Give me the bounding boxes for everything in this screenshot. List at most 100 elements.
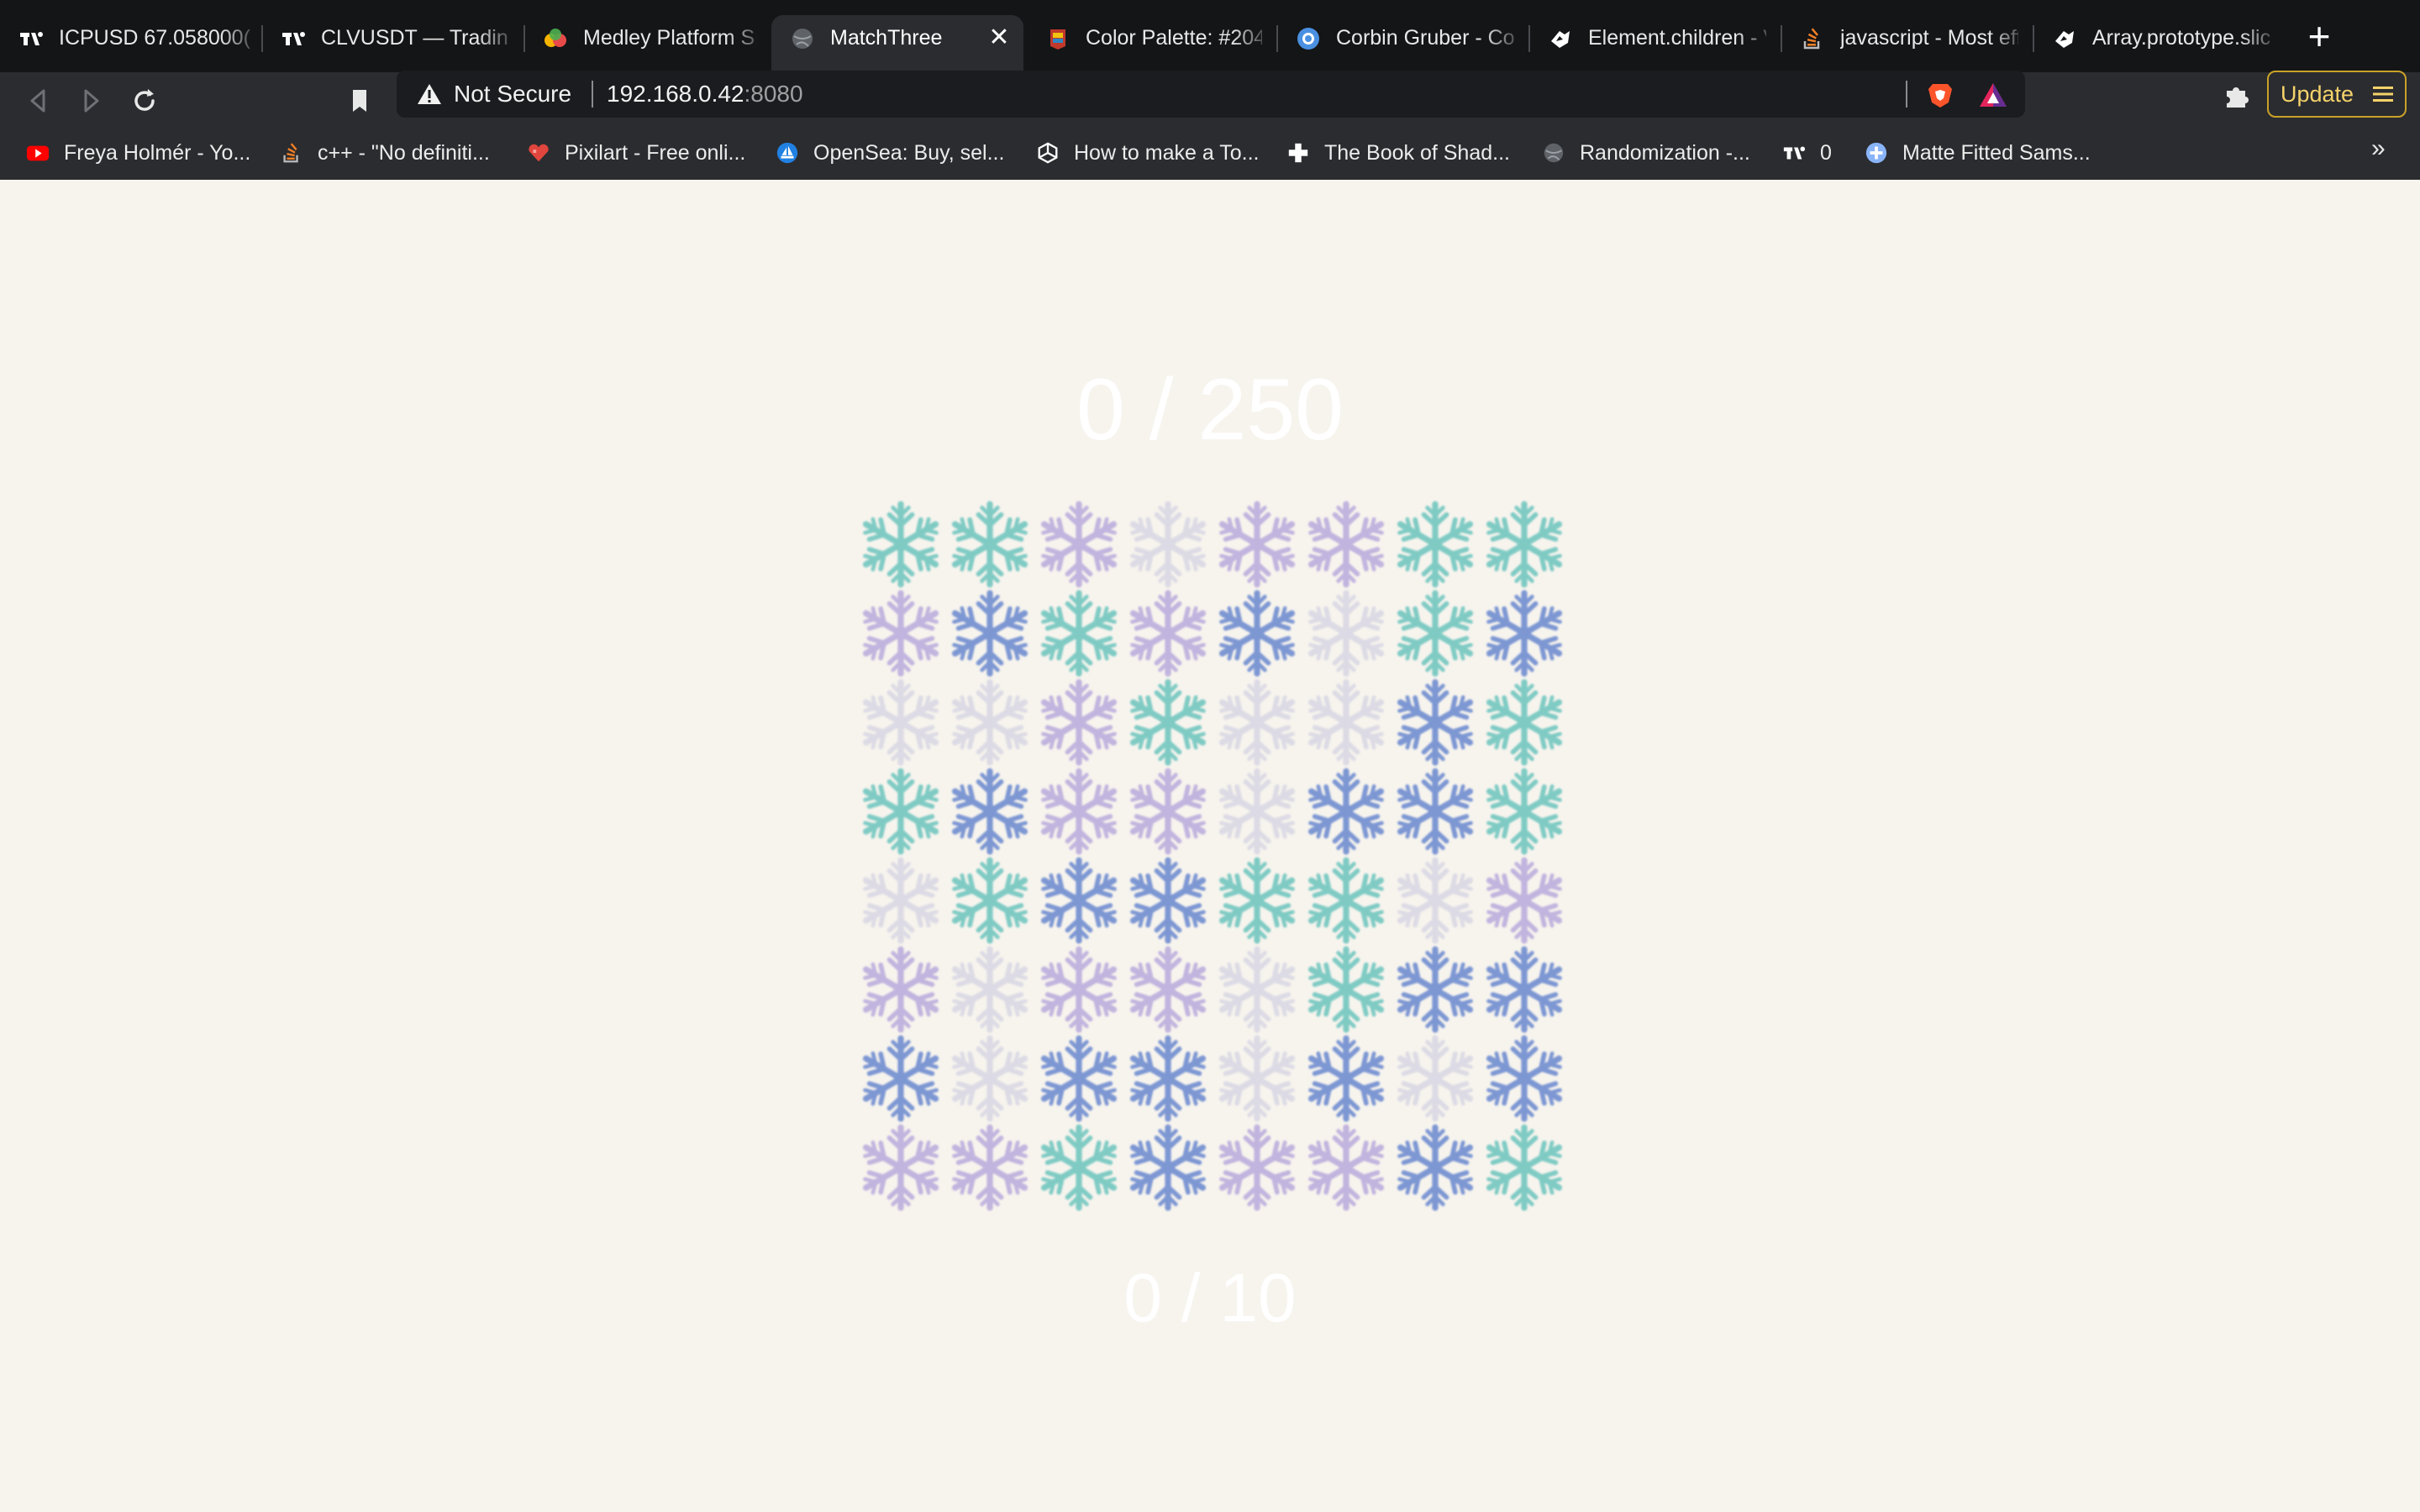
bookmark-item[interactable]: OpenSea: Buy, sel... [775,136,1004,170]
snowflake-tile-blue[interactable] [1213,590,1301,677]
bookmark-item[interactable]: Randomization -... [1541,136,1750,170]
snowflake-tile-teal[interactable] [1124,679,1212,766]
snowflake-icon [951,946,1028,1033]
snowflake-tile-teal[interactable] [857,768,944,855]
update-button[interactable]: Update [2267,71,2407,118]
snowflake-tile-white[interactable] [1302,590,1390,677]
snowflake-tile-teal[interactable] [1302,946,1390,1033]
snowflake-tile-lavender[interactable] [1124,946,1212,1033]
snowflake-tile-blue[interactable] [1392,768,1479,855]
bookmark-item[interactable]: Matte Fitted Sams... [1864,136,2091,170]
snowflake-tile-lavender[interactable] [946,1124,1034,1211]
reload-icon[interactable] [128,84,161,118]
snowflake-tile-blue[interactable] [1392,1124,1479,1211]
snowflake-tile-lavender[interactable] [857,946,944,1033]
snowflake-tile-teal[interactable] [1481,679,1568,766]
snowflake-tile-blue[interactable] [1124,1124,1212,1211]
snowflake-tile-lavender[interactable] [1213,1124,1301,1211]
security-status[interactable]: Not Secure [454,71,571,118]
tab-1[interactable]: ICPUSD 67.058000( [0,15,262,60]
snowflake-tile-lavender[interactable] [1302,1124,1390,1211]
snowflake-tile-white[interactable] [1213,1035,1301,1122]
tab-8[interactable]: javascript - Most eff [1781,15,2030,60]
tab-7[interactable]: Element.children - V [1529,15,1778,60]
snowflake-tile-teal[interactable] [1213,857,1301,944]
snowflake-tile-blue[interactable] [1481,590,1568,677]
back-icon[interactable] [22,84,55,118]
snowflake-tile-teal[interactable] [1392,501,1479,588]
snowflake-tile-white[interactable] [1392,1035,1479,1122]
snowflake-tile-blue[interactable] [1035,857,1123,944]
url-text[interactable]: 192.168.0.42:8080 [607,71,803,118]
snowflake-tile-teal[interactable] [1035,590,1123,677]
snowflake-tile-blue[interactable] [1124,857,1212,944]
bookmark-item[interactable]: 0 [1781,136,1832,170]
snowflake-tile-lavender[interactable] [1035,501,1123,588]
bookmark-icon[interactable] [343,84,376,118]
extensions-icon[interactable] [2220,81,2252,113]
snowflake-tile-white[interactable] [1124,501,1212,588]
snowflake-tile-blue[interactable] [1392,946,1479,1033]
snowflake-tile-blue[interactable] [1302,768,1390,855]
snowflake-tile-white[interactable] [1302,679,1390,766]
snowflake-tile-blue[interactable] [946,768,1034,855]
snowflake-tile-teal[interactable] [946,857,1034,944]
snowflake-tile-lavender[interactable] [1035,679,1123,766]
snowflake-tile-white[interactable] [946,946,1034,1033]
tab-5[interactable]: Color Palette: #2040 [1027,15,1274,60]
snowflake-tile-blue[interactable] [857,1035,944,1122]
snowflake-icon [1486,768,1563,855]
snowflake-tile-teal[interactable] [946,501,1034,588]
snowflake-tile-blue[interactable] [1481,1035,1568,1122]
tab-6[interactable]: Corbin Gruber - Coo [1277,15,1526,60]
bookmark-item[interactable]: c++ - "No definiti... [279,136,490,170]
snowflake-tile-teal[interactable] [1481,768,1568,855]
snowflake-tile-teal[interactable] [1392,590,1479,677]
snowflake-tile-blue[interactable] [1124,1035,1212,1122]
snowflake-tile-lavender[interactable] [1124,590,1212,677]
snowflake-tile-blue[interactable] [1302,1035,1390,1122]
bookmark-item[interactable]: The Book of Shad... [1286,136,1510,170]
snowflake-tile-blue[interactable] [946,590,1034,677]
tab-3[interactable]: Medley Platform Spr [524,15,768,60]
snowflake-tile-teal[interactable] [857,501,944,588]
tab-2[interactable]: CLVUSDT — Trading [262,15,519,60]
bookmarks-overflow-button[interactable]: » [2371,134,2386,163]
snowflake-tile-white[interactable] [1213,946,1301,1033]
snowflake-tile-white[interactable] [1213,768,1301,855]
snowflake-tile-white[interactable] [946,1035,1034,1122]
tab-4[interactable]: MatchThree ✕ [771,15,1023,72]
bookmark-item[interactable]: How to make a To... [1035,136,1259,170]
snowflake-tile-teal[interactable] [1481,1124,1568,1211]
forward-icon[interactable] [74,84,108,118]
snowflake-tile-lavender[interactable] [1302,501,1390,588]
bookmark-item[interactable]: Pixilart - Free onli... [526,136,745,170]
snowflake-tile-white[interactable] [857,679,944,766]
snowflake-tile-lavender[interactable] [857,590,944,677]
snowflake-tile-teal[interactable] [1302,857,1390,944]
snowflake-tile-teal[interactable] [1035,1124,1123,1211]
snowflake-tile-white[interactable] [1213,679,1301,766]
snowflake-tile-lavender[interactable] [1481,857,1568,944]
tab-close-icon[interactable]: ✕ [986,25,1012,50]
snowflake-tile-white[interactable] [946,679,1034,766]
snowflake-tile-lavender[interactable] [1035,946,1123,1033]
tab-fade [220,15,262,60]
snowflake-tile-white[interactable] [857,857,944,944]
snowflake-tile-white[interactable] [1392,857,1479,944]
snowflake-tile-teal[interactable] [1481,501,1568,588]
new-tab-button[interactable]: + [2301,17,2338,59]
tab-9[interactable]: Array.prototype.slic [2033,15,2282,60]
brave-shields-icon[interactable] [1926,81,1954,109]
brave-rewards-icon[interactable] [1978,81,2008,109]
snowflake-tile-lavender[interactable] [1124,768,1212,855]
snowflake-tile-lavender[interactable] [1035,768,1123,855]
mdn-icon [1551,31,1570,48]
snowflake-tile-blue[interactable] [1481,946,1568,1033]
snowflake-tile-lavender[interactable] [1213,501,1301,588]
address-bar[interactable]: Not Secure 192.168.0.42:8080 [397,71,2025,118]
bookmark-item[interactable]: Freya Holmér - Yo... [25,136,250,170]
snowflake-tile-blue[interactable] [1035,1035,1123,1122]
snowflake-tile-lavender[interactable] [857,1124,944,1211]
snowflake-tile-blue[interactable] [1392,679,1479,766]
